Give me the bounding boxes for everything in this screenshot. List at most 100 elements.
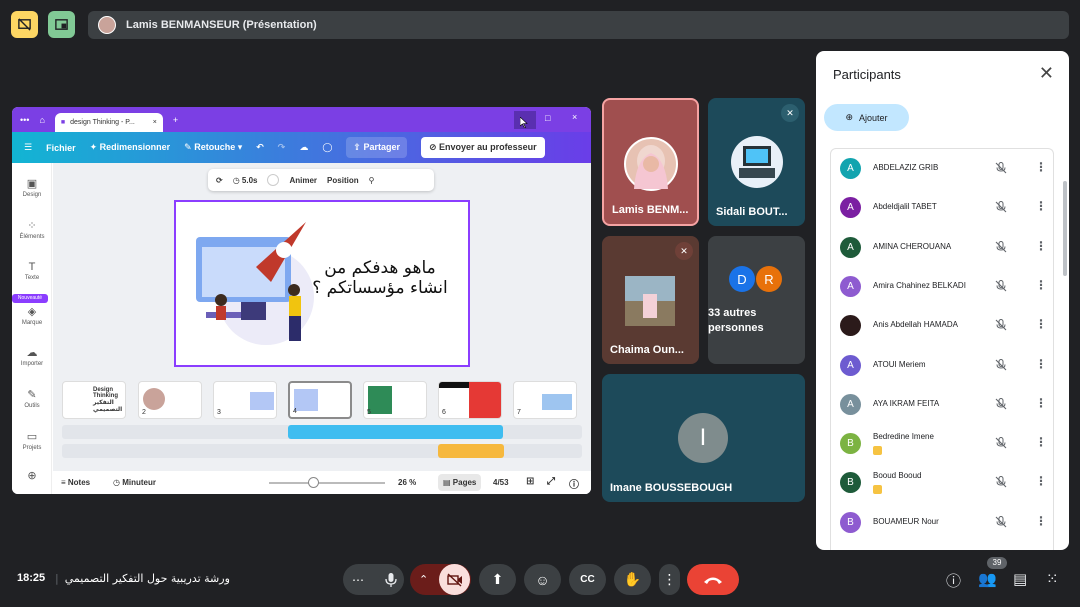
- browser-tab[interactable]: ■ design Thinking - P... ×: [54, 113, 163, 132]
- sidebar-item-design[interactable]: ▣ Design: [12, 177, 52, 198]
- mic-off-icon[interactable]: [995, 279, 1007, 295]
- thumbnail-1[interactable]: Design Thinking التفكير التصميمي: [62, 381, 126, 419]
- mic-off-icon[interactable]: [995, 358, 1007, 374]
- resize-menu[interactable]: ✦ Redimensionner: [90, 142, 171, 153]
- mic-off-icon[interactable]: [995, 397, 1007, 413]
- maximize-icon[interactable]: □: [545, 113, 550, 123]
- color-swatch[interactable]: [267, 174, 280, 186]
- more-vert-icon[interactable]: ⋮: [1035, 474, 1047, 488]
- mic-off-icon[interactable]: [995, 515, 1007, 531]
- participant-row[interactable]: A AMINA CHEROUANA ⋮: [831, 228, 1053, 267]
- zoom-slider-handle[interactable]: [308, 477, 320, 488]
- thumbnail-3[interactable]: 3: [213, 381, 277, 419]
- share-button[interactable]: ⇪ Partager: [346, 137, 407, 158]
- hamburger-icon[interactable]: ☰: [24, 142, 32, 153]
- comment-icon[interactable]: ◯: [322, 142, 332, 153]
- microphone-icon[interactable]: [379, 567, 403, 592]
- duration-button[interactable]: ◷ 5.0s: [233, 176, 258, 185]
- apps-icon[interactable]: ⊕: [12, 469, 52, 484]
- raise-hand-button[interactable]: ✋: [614, 564, 651, 595]
- participant-row[interactable]: A Amira Chahinez BELKADI ⋮: [831, 267, 1053, 306]
- animate-button[interactable]: Animer: [289, 176, 317, 185]
- info-icon[interactable]: ⓘ: [946, 570, 961, 591]
- captions-button[interactable]: CC: [569, 564, 606, 595]
- tile-imane[interactable]: I Imane BOUSSEBOUGH: [602, 374, 805, 502]
- tile-lamis[interactable]: Lamis BENM...: [602, 98, 699, 226]
- camera-off-icon[interactable]: [439, 564, 470, 595]
- more-vert-icon[interactable]: ⋮: [1035, 278, 1047, 292]
- more-vert-icon[interactable]: ⋮: [1035, 396, 1047, 410]
- close-icon[interactable]: ✕: [1039, 63, 1054, 84]
- participant-row[interactable]: B Bedredine Imene ⋮: [831, 424, 1053, 463]
- new-tab-icon[interactable]: +: [173, 115, 178, 125]
- close-tab-icon[interactable]: ×: [153, 119, 157, 126]
- menu-dots-icon[interactable]: •••: [20, 115, 29, 125]
- cloud-icon[interactable]: ☁: [299, 142, 308, 153]
- undo-icon[interactable]: ↶: [256, 142, 264, 153]
- participant-row[interactable]: B Booud Booud ⋮: [831, 463, 1053, 502]
- scrollbar[interactable]: [1063, 181, 1067, 276]
- participant-row[interactable]: A AYA IKRAM FEITA ⋮: [831, 385, 1053, 424]
- position-button[interactable]: Position: [327, 176, 359, 185]
- send-to-teacher-button[interactable]: ⊘ Envoyer au professeur: [421, 137, 545, 158]
- tile-chaima[interactable]: ✕ Chaima Oun...: [602, 236, 699, 364]
- people-icon[interactable]: 👥: [978, 570, 997, 588]
- mic-off-icon[interactable]: [995, 162, 1007, 177]
- more-audio-options-icon[interactable]: ⋯: [352, 573, 364, 587]
- emoji-button[interactable]: ☺: [524, 564, 561, 595]
- retouch-menu[interactable]: ✎ Retouche ▾: [184, 142, 242, 153]
- sidebar-item-elements[interactable]: ⁘ Éléments: [12, 219, 52, 240]
- sidebar-item-projects[interactable]: ▭ Projets: [12, 430, 52, 451]
- more-vert-icon[interactable]: ⋮: [1035, 239, 1047, 253]
- sidebar-item-upload[interactable]: ☁ Importer: [12, 346, 52, 367]
- activities-icon[interactable]: ⁙: [1046, 570, 1059, 588]
- participant-row[interactable]: A ABDELAZIZ GRIB ⋮: [831, 149, 1053, 188]
- thumbnail-2[interactable]: 2: [138, 381, 202, 419]
- tile-sidali[interactable]: ✕ Sidali BOUT...: [708, 98, 805, 226]
- fullscreen-icon[interactable]: ⤢: [547, 476, 555, 487]
- no-share-icon[interactable]: [11, 11, 38, 38]
- mic-off-icon[interactable]: [995, 319, 1007, 334]
- help-icon[interactable]: ⓘ: [569, 476, 579, 491]
- leave-call-button[interactable]: [687, 564, 739, 595]
- notes-button[interactable]: ≡ Notes: [61, 478, 90, 487]
- slide[interactable]: ماهو هدفكم من انشاء مؤسساتكم ؟: [174, 200, 470, 367]
- timer-button[interactable]: ◷ Minuteur: [113, 478, 156, 487]
- chevron-up-icon[interactable]: ⌃: [419, 573, 428, 586]
- file-menu[interactable]: Fichier: [46, 143, 76, 153]
- participant-row[interactable]: Anis Abdellah HAMADA ⋮: [831, 306, 1053, 345]
- participant-row[interactable]: A ATOUI Meriem ⋮: [831, 346, 1053, 385]
- more-vert-icon[interactable]: ⋮: [1035, 435, 1047, 449]
- layout-icon[interactable]: [48, 11, 75, 38]
- more-vert-icon[interactable]: ⋮: [1035, 357, 1047, 371]
- audio-clip[interactable]: [288, 425, 503, 439]
- thumbnail-6[interactable]: 6: [438, 381, 502, 419]
- mic-off-icon[interactable]: [995, 437, 1007, 452]
- zoom-slider-track[interactable]: [269, 482, 385, 484]
- mic-off-icon[interactable]: [995, 476, 1007, 491]
- home-icon[interactable]: ⌂: [39, 115, 44, 125]
- more-vert-icon[interactable]: ⋮: [1035, 317, 1047, 331]
- mic-off-icon[interactable]: [995, 240, 1007, 256]
- pages-button[interactable]: ▤ Pages: [438, 474, 482, 491]
- more-vert-icon[interactable]: ⋮: [1035, 199, 1047, 213]
- mic-off-icon[interactable]: [995, 201, 1007, 216]
- redo-icon[interactable]: ↷: [278, 142, 286, 153]
- presentation-chip[interactable]: Lamis BENMANSEUR (Présentation): [88, 11, 1069, 39]
- tile-others[interactable]: D R 33 autres personnes: [708, 236, 805, 364]
- sidebar-item-brand[interactable]: ◈ Marque: [12, 305, 52, 326]
- audio-clip[interactable]: [438, 444, 504, 458]
- chat-icon[interactable]: ▤: [1013, 570, 1027, 588]
- sidebar-item-tools[interactable]: ✎ Outils: [12, 388, 52, 409]
- add-people-button[interactable]: ⊕ Ajouter: [824, 104, 909, 131]
- thumbnail-4[interactable]: 4: [288, 381, 352, 419]
- paint-icon[interactable]: ⚲: [369, 176, 375, 185]
- more-options-button[interactable]: ⋮: [659, 564, 680, 595]
- participant-row[interactable]: [831, 542, 1053, 550]
- more-vert-icon[interactable]: ⋮: [1035, 514, 1047, 528]
- close-window-icon[interactable]: ×: [572, 112, 577, 122]
- more-vert-icon[interactable]: ⋮: [1035, 160, 1047, 174]
- sidebar-item-text[interactable]: T Texte: [12, 261, 52, 281]
- thumbnail-5[interactable]: 5: [363, 381, 427, 419]
- thumbnail-7[interactable]: 7: [513, 381, 577, 419]
